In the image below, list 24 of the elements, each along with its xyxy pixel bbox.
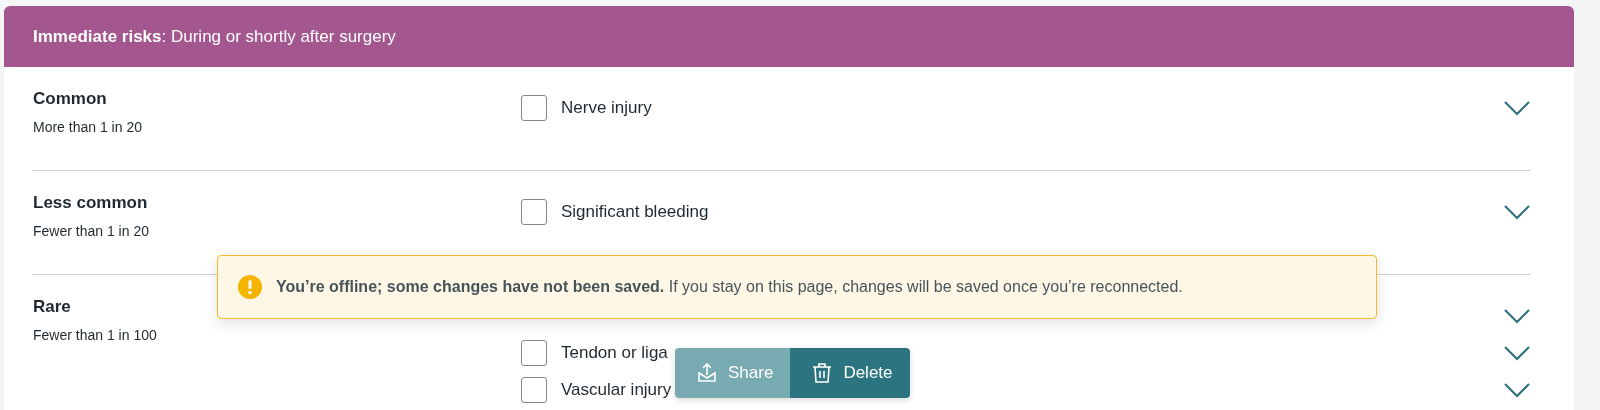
- checkbox[interactable]: [521, 198, 547, 225]
- category-name: Less common: [33, 193, 149, 213]
- chevron-down-icon[interactable]: [1504, 307, 1530, 324]
- category-name: Rare: [33, 297, 72, 317]
- checkbox[interactable]: [521, 376, 547, 403]
- chevron-down-icon[interactable]: [1504, 99, 1530, 116]
- chevron-down-icon[interactable]: [1504, 381, 1530, 398]
- category-name: Common: [33, 89, 108, 109]
- delete-button[interactable]: Delete: [790, 348, 910, 398]
- section-title: Immediate risks: During or shortly after surgery: [33, 26, 396, 47]
- chevron-down-icon[interactable]: [1504, 344, 1530, 361]
- risk-label: Tendon or liga: [561, 342, 668, 363]
- category-frequency: More than 1 in 20: [33, 119, 143, 135]
- chevron-down-icon[interactable]: [1504, 203, 1530, 220]
- share-icon: [695, 361, 719, 385]
- checkbox[interactable]: [521, 94, 547, 121]
- risk-label: Significant bleeding: [561, 201, 709, 222]
- category-frequency: Fewer than 1 in 100: [33, 327, 158, 343]
- toast-message: You’re offline; some changes have not been saved. If you stay on this page, changes will be saved once you’re reconnected.: [276, 278, 1183, 296]
- category-frequency: Fewer than 1 in 20: [33, 223, 150, 239]
- risk-label: Nerve injury: [561, 97, 652, 118]
- warning-icon: [238, 275, 262, 299]
- checkbox[interactable]: [521, 339, 547, 366]
- risk-label: Vascular injury: [561, 379, 672, 400]
